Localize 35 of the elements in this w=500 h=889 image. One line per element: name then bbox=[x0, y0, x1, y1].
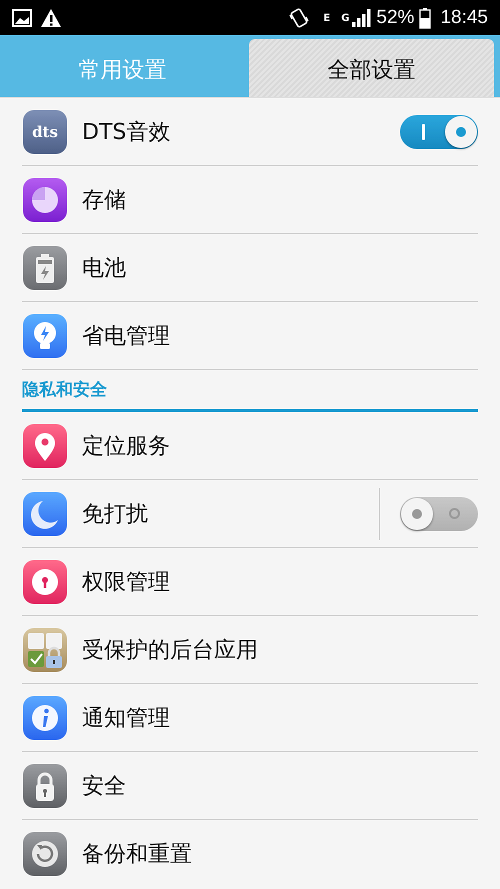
settings-row[interactable]: 存储 bbox=[22, 166, 478, 234]
settings-row[interactable]: 备份和重置 bbox=[22, 820, 478, 888]
signal-icon bbox=[351, 8, 372, 28]
battery-icon bbox=[419, 6, 432, 28]
battery-percent: 52% bbox=[376, 6, 414, 28]
picture-icon bbox=[12, 8, 32, 26]
padlock-icon bbox=[23, 764, 67, 808]
lightbulb-icon bbox=[23, 314, 67, 358]
settings-row[interactable]: 权限管理 bbox=[22, 548, 478, 616]
info-icon bbox=[23, 696, 67, 740]
protected-apps-icon bbox=[23, 628, 67, 672]
settings-row[interactable]: 免打扰 bbox=[22, 480, 478, 548]
settings-row[interactable]: dts DTS音效 bbox=[22, 98, 478, 166]
dts-logo-icon: dts bbox=[23, 110, 67, 154]
location-pin-icon bbox=[23, 424, 67, 468]
battery-icon bbox=[23, 246, 67, 290]
moon-icon bbox=[23, 492, 67, 536]
toggle-switch[interactable] bbox=[400, 114, 478, 148]
vibrate-icon bbox=[288, 6, 310, 28]
restore-icon bbox=[23, 832, 67, 876]
settings-row[interactable]: 电池 bbox=[22, 234, 478, 302]
toggle-switch[interactable] bbox=[400, 496, 478, 530]
settings-row[interactable]: 省电管理 bbox=[22, 302, 478, 370]
clock: 18:45 bbox=[440, 6, 488, 28]
keyhole-icon bbox=[23, 560, 67, 604]
section-header: 隐私和安全 bbox=[22, 370, 478, 412]
settings-row[interactable]: 定位服务 bbox=[22, 412, 478, 480]
settings-row[interactable]: 受保护的后台应用 bbox=[22, 616, 478, 684]
tab[interactable]: 全部设置 bbox=[249, 39, 494, 97]
settings-row[interactable]: 通知管理 bbox=[22, 684, 478, 752]
network-type: G bbox=[341, 12, 350, 24]
settings-row[interactable]: 安全 bbox=[22, 752, 478, 820]
network-type: E bbox=[323, 12, 330, 24]
warning-icon bbox=[40, 8, 62, 28]
pie-chart-icon bbox=[23, 178, 67, 222]
